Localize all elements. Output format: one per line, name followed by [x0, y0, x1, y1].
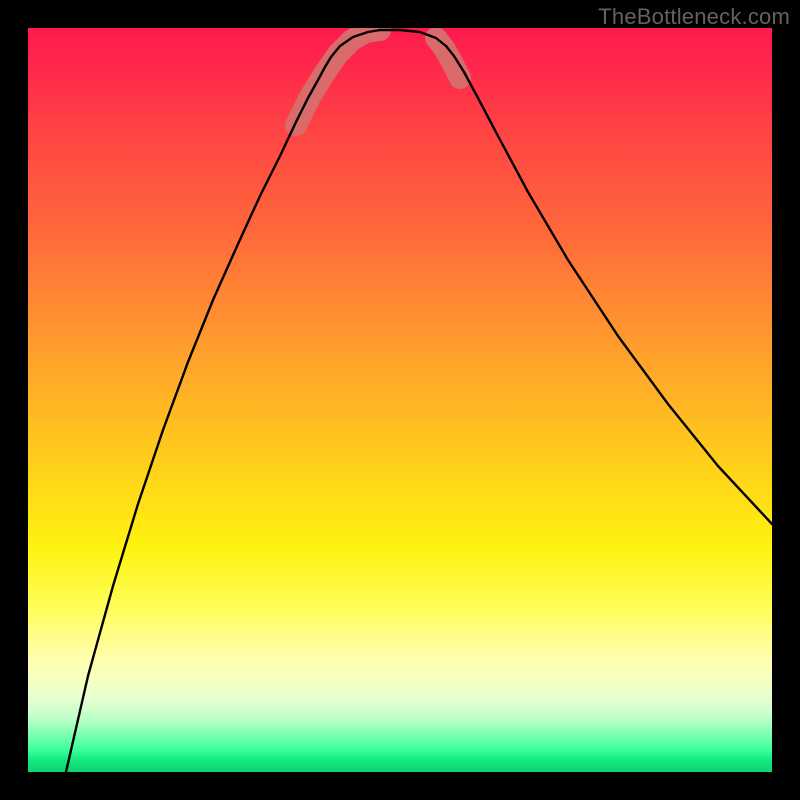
- curve-layer: [28, 28, 772, 772]
- line-group: [66, 30, 772, 772]
- plot-area: [28, 28, 772, 772]
- left-curve: [66, 30, 380, 772]
- chart-frame: TheBottleneck.com: [0, 0, 800, 800]
- right-curve: [380, 30, 772, 524]
- watermark-text: TheBottleneck.com: [598, 4, 790, 30]
- left-marker-segment: [296, 30, 380, 125]
